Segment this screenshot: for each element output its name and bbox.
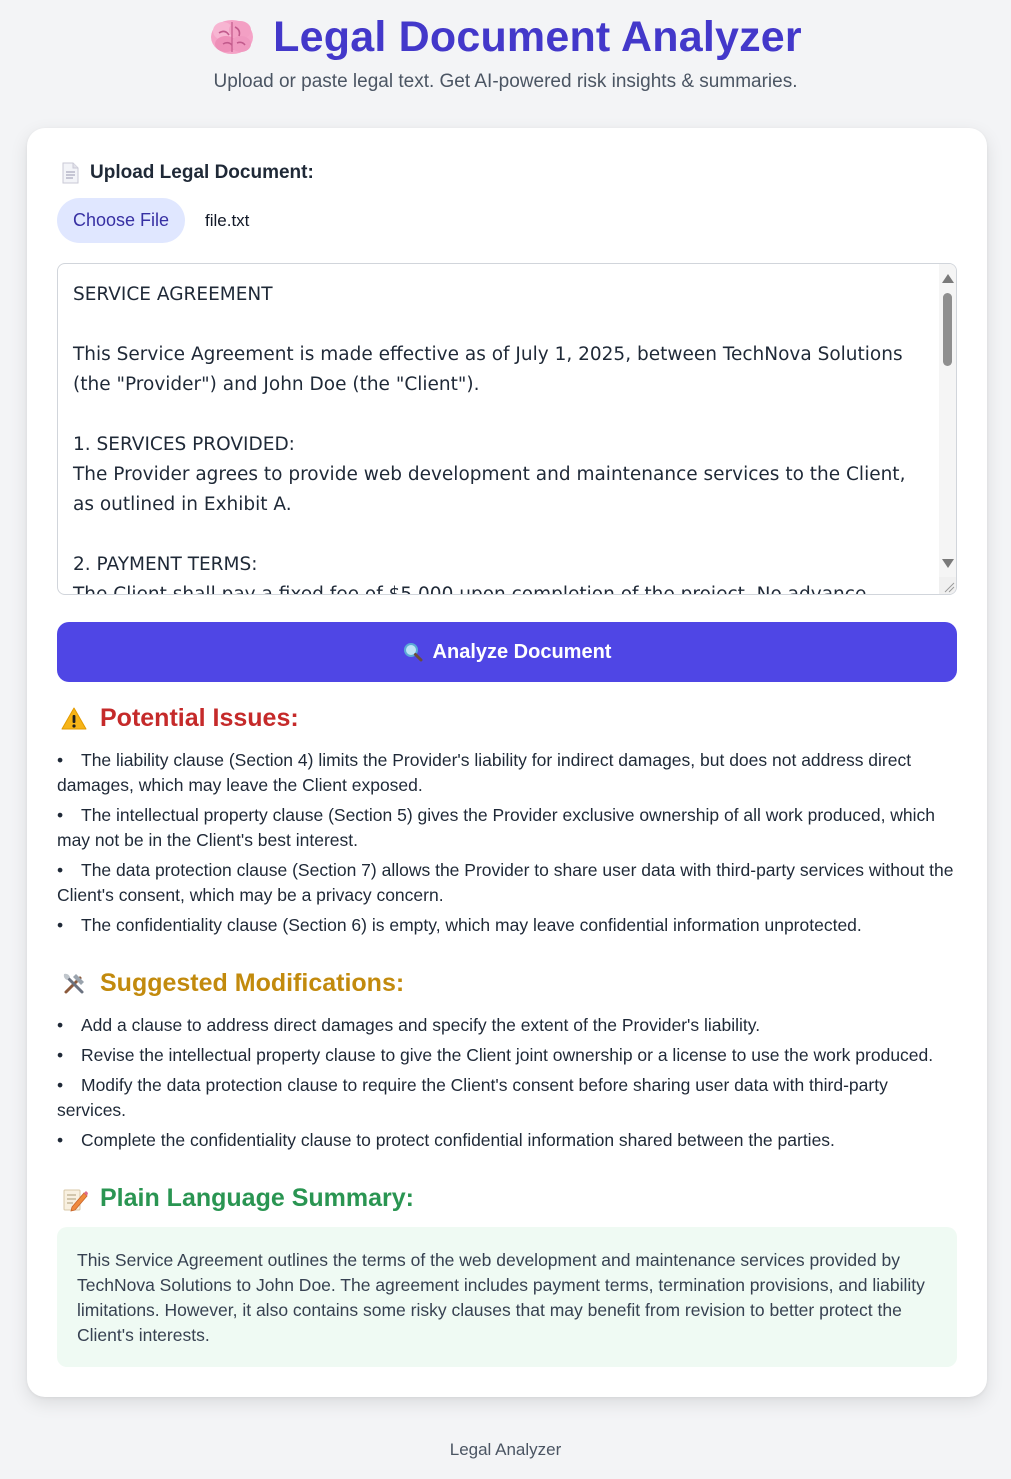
warning-icon	[60, 705, 88, 733]
document-text[interactable]: SERVICE AGREEMENT This Service Agreement…	[73, 280, 926, 594]
page-subtitle: Upload or paste legal text. Get AI-power…	[213, 71, 798, 92]
summary-heading: Plain Language Summary:	[60, 1184, 414, 1213]
summary-heading-text: Plain Language Summary:	[100, 1184, 414, 1212]
modifications-heading: Suggested Modifications:	[60, 969, 404, 998]
list-item: Add a clause to address direct damages a…	[57, 1013, 957, 1038]
memo-icon	[60, 1185, 88, 1213]
choose-file-button[interactable]: Choose File	[57, 198, 185, 243]
analyze-button-label: Analyze Document	[432, 640, 612, 663]
resize-handle-icon[interactable]	[939, 577, 956, 594]
issues-list: The liability clause (Section 4) limits …	[57, 748, 957, 943]
issues-heading: Potential Issues:	[60, 704, 299, 733]
summary-box: This Service Agreement outlines the term…	[57, 1227, 957, 1367]
analyze-document-button[interactable]: Analyze Document	[57, 622, 957, 682]
page-header: Legal Document Analyzer Upload or paste …	[0, 0, 1011, 93]
footer-text: Legal Analyzer	[449, 1440, 562, 1459]
analyzer-card: Upload Legal Document: Choose File file.…	[27, 128, 987, 1397]
issues-heading-text: Potential Issues:	[100, 704, 299, 732]
list-item: The liability clause (Section 4) limits …	[57, 748, 957, 798]
selected-file-name: file.txt	[205, 210, 250, 230]
list-item: Revise the intellectual property clause …	[57, 1043, 957, 1068]
file-input[interactable]: Choose File file.txt	[57, 198, 249, 243]
modifications-list: Add a clause to address direct damages a…	[57, 1013, 957, 1158]
title-row: Legal Document Analyzer	[0, 12, 1011, 62]
textarea-scrollbar[interactable]	[939, 264, 956, 594]
tools-icon	[60, 970, 88, 998]
brain-icon	[209, 17, 255, 57]
scroll-thumb[interactable]	[943, 293, 952, 366]
document-textarea[interactable]: SERVICE AGREEMENT This Service Agreement…	[57, 263, 957, 595]
page-title: Legal Document Analyzer	[273, 12, 802, 61]
document-icon	[60, 162, 80, 184]
list-item: The intellectual property clause (Sectio…	[57, 803, 957, 853]
list-item: Modify the data protection clause to req…	[57, 1073, 957, 1123]
upload-label: Upload Legal Document:	[90, 162, 314, 183]
scroll-down-arrow-icon[interactable]	[942, 559, 954, 568]
list-item: Complete the confidentiality clause to p…	[57, 1128, 957, 1153]
magnifier-icon	[403, 642, 423, 662]
list-item: The confidentiality clause (Section 6) i…	[57, 913, 957, 938]
list-item: The data protection clause (Section 7) a…	[57, 858, 957, 908]
scroll-up-arrow-icon[interactable]	[942, 274, 954, 283]
modifications-heading-text: Suggested Modifications:	[100, 969, 405, 997]
upload-label-row: Upload Legal Document:	[60, 162, 314, 184]
